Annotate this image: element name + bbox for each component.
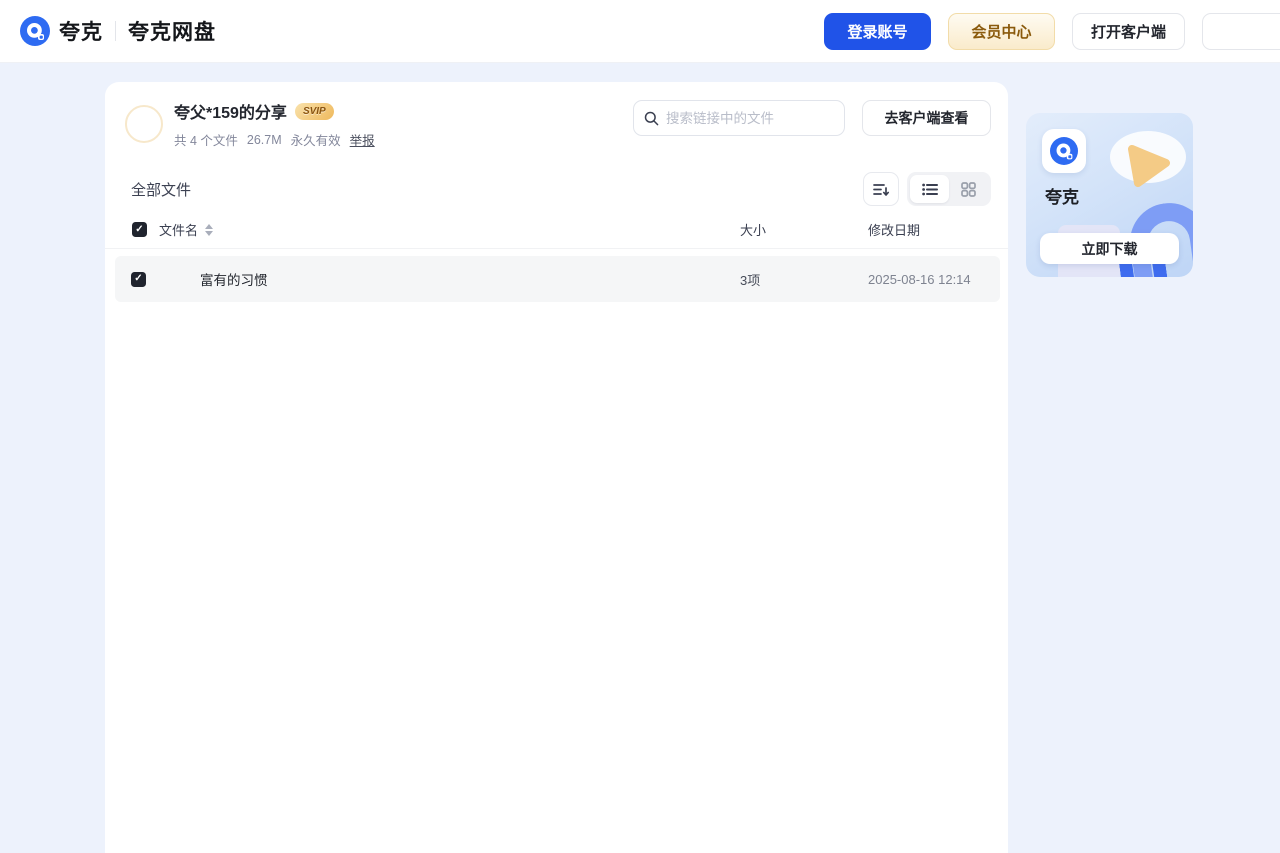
extra-header-button[interactable] [1202,13,1280,50]
sort-order-icon [872,183,889,196]
share-meta: 共 4 个文件 26.7M 永久有效 举报 [174,130,375,149]
column-header-size: 大小 [740,223,767,238]
top-navigation-bar: 夸克 夸克网盘 登录账号 会员中心 打开客户端 [0,0,1280,63]
brand-divider [115,21,116,41]
brand-product-name: 夸克网盘 [128,21,216,44]
file-size: 3项 [740,272,761,288]
play-triangle-icon [1128,145,1170,187]
sort-order-button[interactable] [863,172,899,206]
promo-app-name: 夸克 [1045,188,1079,207]
svip-badge: SVIP [294,102,334,120]
quark-logo-icon [20,16,50,46]
brand: 夸克 夸克网盘 [20,16,216,46]
search-input[interactable] [666,110,834,126]
topbar-actions: 登录账号 会员中心 打开客户端 [824,13,1280,50]
column-header-modified: 修改日期 [868,223,921,238]
open-client-button[interactable]: 打开客户端 [1072,13,1185,50]
file-name[interactable]: 富有的习惯 [200,269,740,289]
name-sort-arrows-icon[interactable] [205,223,214,236]
share-info: 夸父*159的分享 SVIP 共 4 个文件 26.7M 永久有效 举报 [125,99,375,149]
file-row[interactable]: 富有的习惯 3项 2025-08-16 12:14 [115,256,1000,302]
download-now-button[interactable]: 立即下载 [1040,233,1179,264]
share-header: 夸父*159的分享 SVIP 共 4 个文件 26.7M 永久有效 举报 搜索链… [105,82,1008,159]
list-view-button[interactable] [910,175,949,203]
view-in-client-button[interactable]: 去客户端查看 [862,100,991,136]
grid-view-icon [961,181,976,197]
row-checkbox[interactable] [131,271,146,287]
share-title: 夸父*159的分享 [174,105,287,122]
share-header-actions: 去客户端查看 [633,100,991,136]
view-controls [863,172,991,206]
file-list-toolbar: 全部文件 [105,159,1008,218]
file-table-header: 文件名 大小 修改日期 [105,218,1008,249]
search-icon [644,111,659,125]
file-modified-date: 2025-08-16 12:14 [868,271,971,287]
quark-logo-icon [1050,137,1078,165]
grid-view-button[interactable] [949,175,988,203]
app-download-promo-card[interactable]: 夸克 立即下载 [1026,113,1193,277]
vip-center-button[interactable]: 会员中心 [948,13,1055,50]
share-total-size: 26.7M [246,132,282,147]
brand-name: 夸克 [59,21,103,44]
list-view-icon [921,183,938,195]
view-mode-toggle [907,172,991,206]
sharer-avatar [125,105,163,143]
login-button[interactable]: 登录账号 [824,13,931,50]
quark-app-icon [1042,129,1086,173]
column-header-name[interactable]: 文件名 [159,220,198,239]
share-validity: 永久有效 [290,134,341,148]
share-file-count: 共 4 个文件 [174,134,238,148]
share-panel: 夸父*159的分享 SVIP 共 4 个文件 26.7M 永久有效 举报 搜索链… [105,82,1008,853]
report-link[interactable]: 举报 [350,130,375,149]
select-all-checkbox[interactable] [132,222,147,237]
file-icon-placeholder [158,262,200,296]
section-title: 全部文件 [131,181,192,199]
search-box[interactable] [633,100,845,136]
